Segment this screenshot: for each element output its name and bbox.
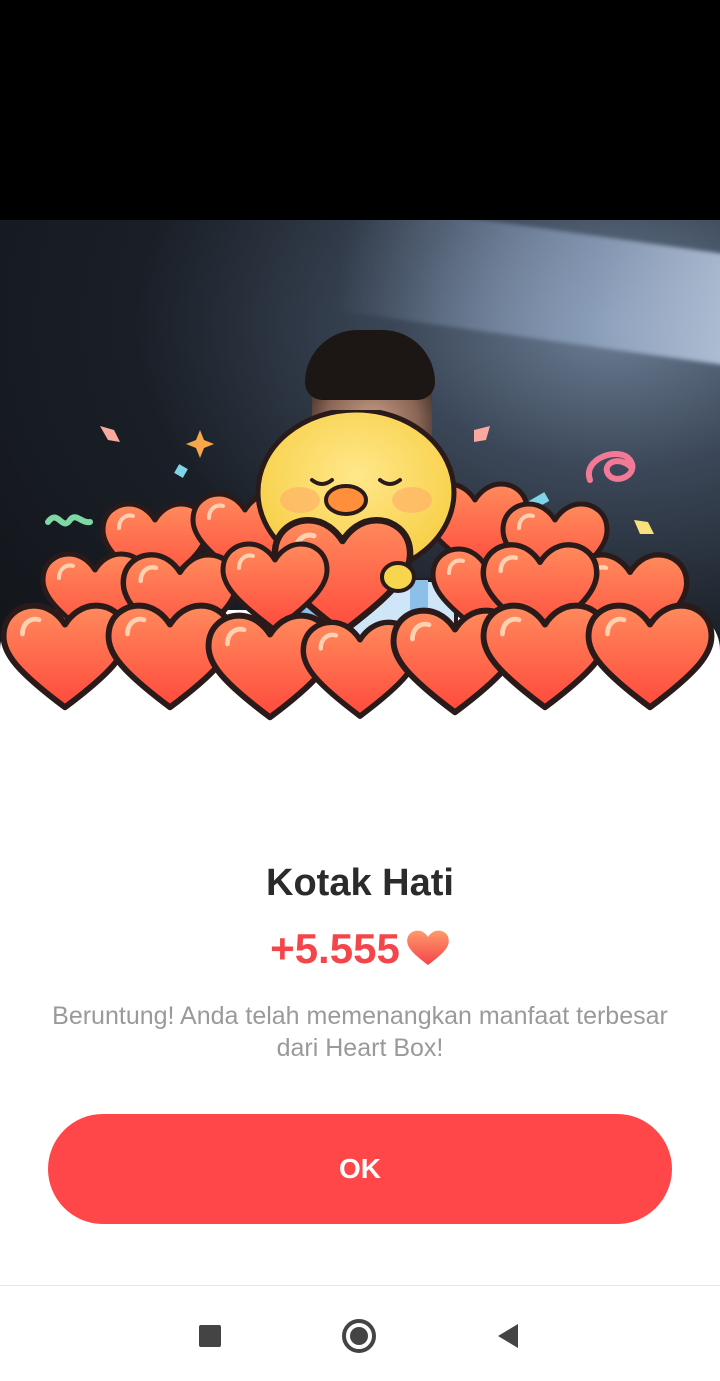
dialog-title: Kotak Hati (266, 862, 454, 904)
heart-box-illustration (0, 410, 720, 740)
status-area (0, 0, 720, 220)
reward-amount-row: +5.555 (0, 925, 720, 973)
streamer-hair (305, 330, 435, 400)
heart-icon (407, 930, 449, 965)
recent-apps-icon[interactable] (190, 1316, 230, 1356)
system-navigation-bar (0, 1285, 720, 1381)
home-icon[interactable] (339, 1316, 379, 1356)
reward-amount: +5.555 (270, 925, 400, 972)
reward-message: Beruntung! Anda telah memenangkan manfaa… (52, 1002, 668, 1062)
back-icon[interactable] (488, 1316, 528, 1356)
ok-button[interactable]: OK (48, 1114, 672, 1224)
